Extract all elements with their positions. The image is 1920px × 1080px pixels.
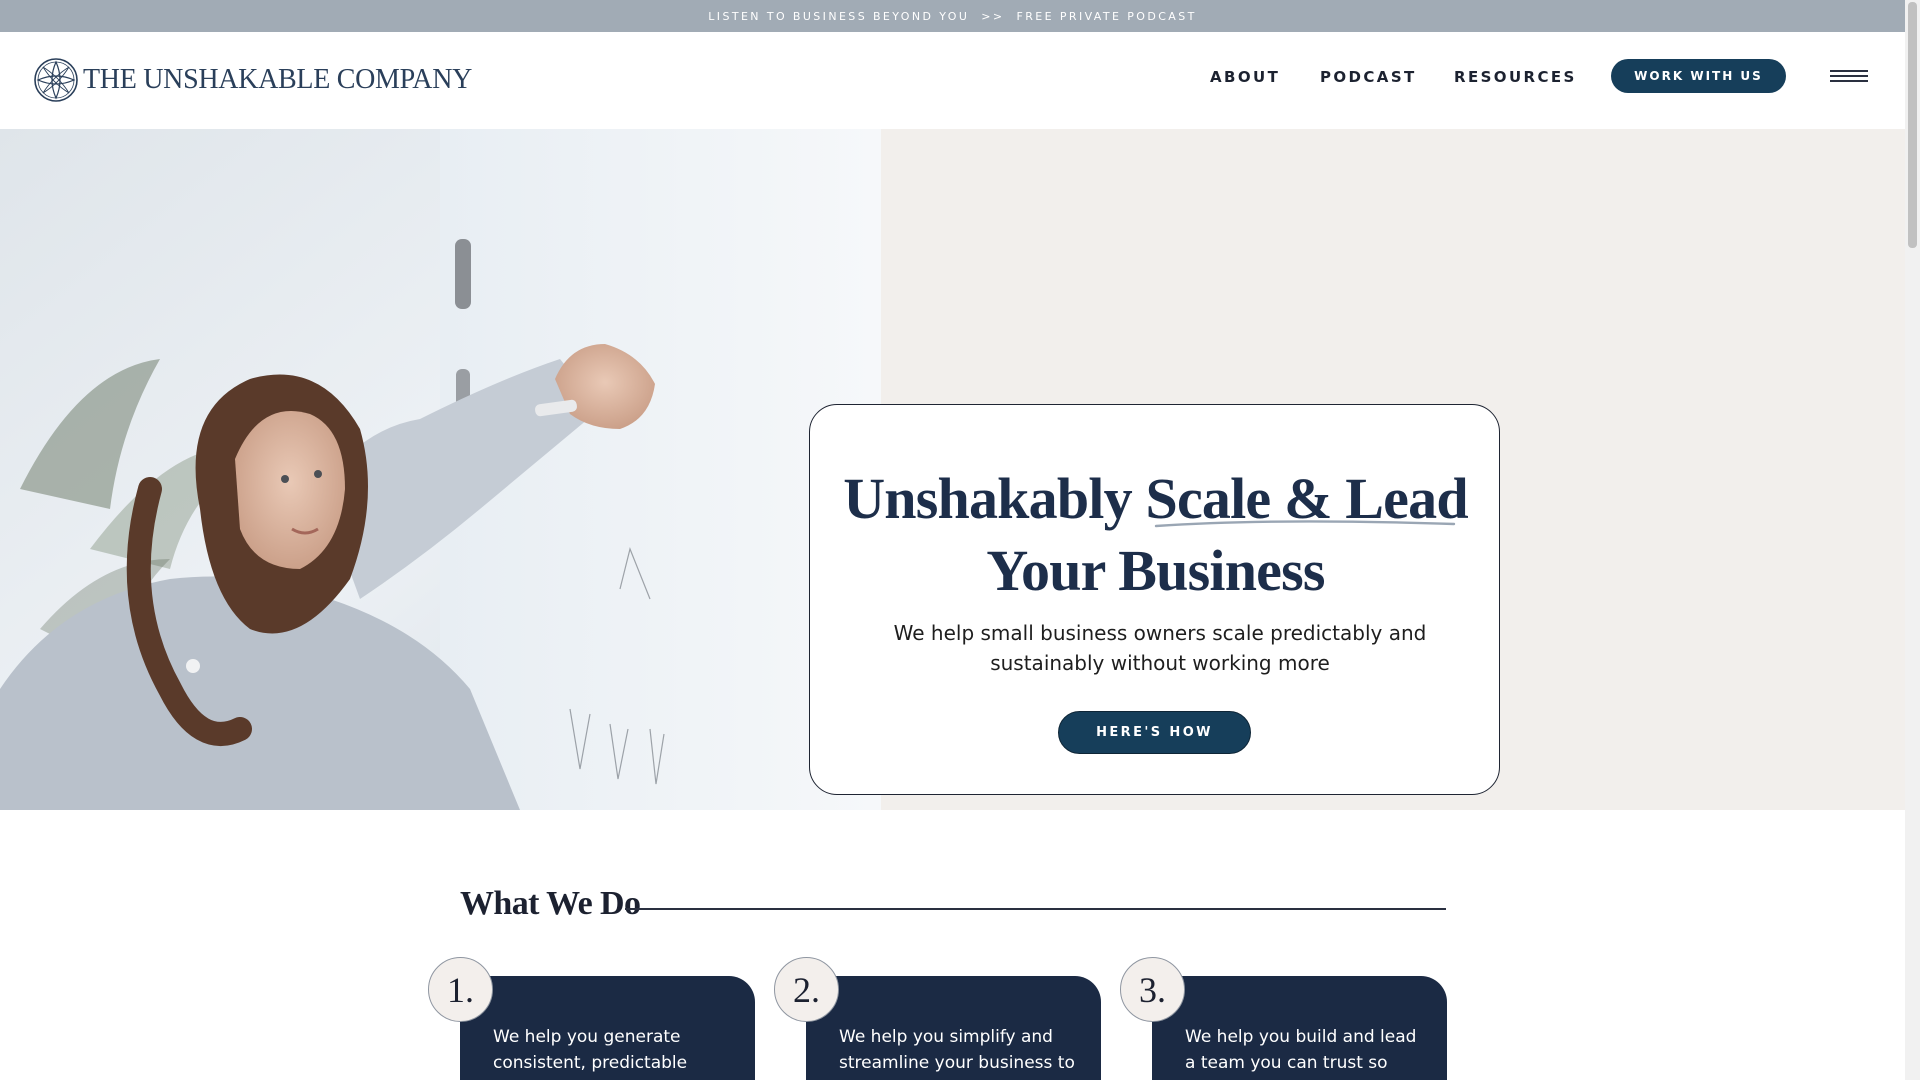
step-badge-3: 3.: [1120, 957, 1185, 1022]
hamburger-line: [1830, 70, 1868, 72]
logo-mark-icon: [34, 58, 78, 102]
service-card-2[interactable]: We help you simplify and streamline your…: [806, 976, 1101, 1080]
service-card-3[interactable]: We help you build and lead a team you ca…: [1152, 976, 1447, 1080]
hamburger-menu-icon[interactable]: [1830, 70, 1868, 86]
hamburger-line: [1830, 80, 1868, 82]
service-card-text: We help you build and lead a team you ca…: [1185, 1027, 1417, 1073]
hero-card: Unshakably Scale & Lead Your Business We…: [809, 404, 1500, 795]
hero-section: Unshakably Scale & Lead Your Business We…: [0, 129, 1905, 810]
hero-subtitle: We help small business owners scale pred…: [893, 621, 1427, 675]
nav-podcast[interactable]: PODCAST: [1320, 68, 1417, 86]
announcement-left-text[interactable]: LISTEN TO BUSINESS BEYOND YOU: [708, 10, 969, 23]
what-we-do-title: What We Do: [460, 885, 641, 922]
service-card-text: We help you simplify and streamline your…: [839, 1027, 1075, 1073]
announcement-right-text[interactable]: FREE PRIVATE PODCAST: [1017, 10, 1197, 23]
hero-title-line2: Your Business: [986, 538, 1325, 603]
announcement-bar[interactable]: LISTEN TO BUSINESS BEYOND YOU >> FREE PR…: [0, 0, 1905, 32]
hamburger-line: [1830, 75, 1868, 77]
section-divider: [625, 908, 1446, 910]
title-underline-swash: [1154, 520, 1456, 528]
scrollbar-thumb[interactable]: [1908, 2, 1917, 248]
hero-title: Unshakably Scale & Lead Your Business: [810, 463, 1501, 607]
nav-about[interactable]: ABOUT: [1210, 68, 1280, 86]
site-logo[interactable]: THE UNSHAKABLE COMPANY: [33, 56, 472, 104]
service-card-1[interactable]: We help you generate consistent, predict…: [460, 976, 755, 1080]
announcement-separator: >>: [981, 9, 1005, 23]
step-badge-1: 1.: [428, 957, 493, 1022]
site-header: THE UNSHAKABLE COMPANY ABOUT PODCAST RES…: [0, 32, 1905, 129]
step-badge-2: 2.: [774, 957, 839, 1022]
work-with-us-button[interactable]: WORK WITH US: [1611, 59, 1786, 93]
hero-photo: [0, 129, 881, 810]
nav-resources[interactable]: RESOURCES: [1454, 68, 1577, 86]
heres-how-button[interactable]: HERE'S HOW: [1058, 711, 1251, 754]
hero-title-part1: Unshakably: [843, 466, 1146, 531]
hero-photo-illustration: [0, 129, 881, 810]
service-card-text: We help you generate consistent, predict…: [493, 1027, 688, 1073]
logo-text: THE UNSHAKABLE COMPANY: [83, 64, 473, 95]
